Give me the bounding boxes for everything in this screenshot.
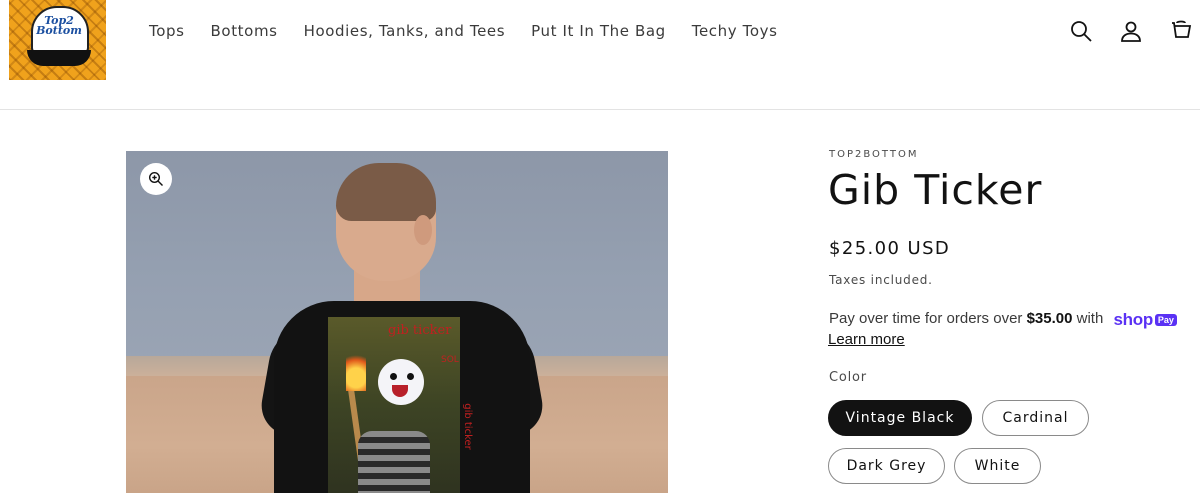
installments-prefix: Pay over time for orders over	[829, 310, 1023, 327]
product-image[interactable]: gib ticker SOL gib ticker	[126, 151, 668, 493]
color-label: Color	[829, 370, 867, 385]
color-option-dark-grey[interactable]: Dark Grey	[828, 448, 945, 484]
learn-more-link[interactable]: Learn more	[828, 331, 905, 348]
installments-banner: Pay over time for orders over $35.00 wit…	[829, 310, 1177, 330]
nav-item-put-it-in-the-bag[interactable]: Put It In The Bag	[531, 22, 666, 40]
main-nav: Tops Bottoms Hoodies, Tanks, and Tees Pu…	[149, 22, 778, 40]
installments-amount: $35.00	[1026, 310, 1073, 327]
product-vendor: TOP2BOTTOM	[829, 149, 919, 160]
search-icon[interactable]	[1068, 18, 1094, 44]
print-eye-left	[390, 373, 397, 380]
print-text-sol: SOL	[441, 355, 459, 365]
account-icon[interactable]	[1118, 18, 1144, 44]
nav-item-bottoms[interactable]: Bottoms	[211, 22, 278, 40]
store-logo[interactable]: Top2 Bottom	[9, 0, 106, 80]
color-option-cardinal[interactable]: Cardinal	[982, 400, 1089, 436]
site-header: Top2 Bottom Tops Bottoms Hoodies, Tanks,…	[0, 0, 1200, 110]
cart-icon[interactable]	[1168, 18, 1194, 44]
shop-pay-badge: Pay	[1154, 314, 1177, 326]
logo-text: Top2 Bottom	[36, 14, 82, 37]
header-icons	[1068, 18, 1194, 44]
print-torch-flame	[346, 347, 366, 391]
print-text-title: gib ticker	[388, 323, 452, 338]
nav-item-tops[interactable]: Tops	[149, 22, 185, 40]
product-price: $25.00 USD	[829, 238, 951, 259]
nav-item-techy-toys[interactable]: Techy Toys	[692, 22, 778, 40]
installments-suffix: with	[1076, 310, 1104, 327]
shop-pay-logo: shop Pay	[1114, 310, 1177, 330]
logo-cap-brim	[27, 50, 91, 66]
tax-note: Taxes included.	[829, 273, 933, 287]
product-title: Gib Ticker	[828, 166, 1043, 214]
model-ear	[414, 215, 432, 245]
print-text-side: gib ticker	[461, 403, 473, 450]
shop-pay-wordmark: shop	[1113, 310, 1154, 329]
zoom-button[interactable]	[140, 163, 172, 195]
model-hair	[336, 163, 436, 221]
zoom-icon	[148, 171, 163, 186]
print-mask	[378, 359, 424, 405]
nav-item-hoodies-tanks-tees[interactable]: Hoodies, Tanks, and Tees	[304, 22, 506, 40]
color-option-white[interactable]: White	[954, 448, 1041, 484]
print-striped-sweater	[358, 431, 430, 493]
color-option-vintage-black[interactable]: Vintage Black	[828, 400, 972, 436]
print-eye-right	[407, 373, 414, 380]
